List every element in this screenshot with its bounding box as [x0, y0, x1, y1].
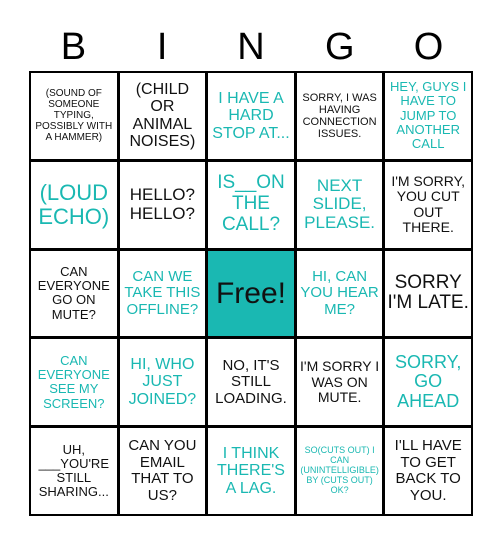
- cell-text: HI, WHO JUST JOINED?: [128, 355, 197, 409]
- cell-text: SORRY, GO AHEAD: [395, 351, 462, 412]
- cell-text: Free!: [215, 276, 286, 310]
- bingo-header: B I N G O: [29, 22, 473, 72]
- bingo-cell-b2[interactable]: (LOUD ECHO): [31, 161, 117, 248]
- cell-text: CAN EVERYONE SEE MY SCREEN?: [37, 352, 110, 411]
- cell-text: I'M SORRY I WAS ON MUTE.: [300, 358, 380, 405]
- bingo-cell-o5[interactable]: I'LL HAVE TO GET BACK TO YOU.: [385, 428, 471, 514]
- cell-text: (SOUND OF SOMEONE TYPING, POSSIBLY WITH …: [35, 88, 113, 144]
- cell-text: (LOUD ECHO): [38, 179, 110, 229]
- cell-text: I'LL HAVE TO GET BACK TO YOU.: [394, 437, 462, 504]
- bingo-cell-o4[interactable]: SORRY, GO AHEAD: [385, 339, 471, 426]
- cell-text: (CHILD OR ANIMAL NOISES): [129, 80, 196, 151]
- cell-text: NEXT SLIDE, PLEASE.: [304, 175, 376, 233]
- bingo-cell-i2[interactable]: HELLO? HELLO?: [119, 161, 206, 248]
- cell-text: CAN EVERYONE GO ON MUTE?: [37, 263, 110, 322]
- cell-text: HELLO? HELLO?: [129, 185, 195, 223]
- bingo-cell-g4[interactable]: I'M SORRY I WAS ON MUTE.: [296, 339, 383, 426]
- bingo-cell-free[interactable]: Free!: [208, 250, 294, 337]
- cell-text: I'M SORRY, YOU CUT OUT THERE.: [391, 172, 466, 236]
- bingo-cell-i4[interactable]: HI, WHO JUST JOINED?: [119, 339, 206, 426]
- bingo-cell-n2[interactable]: IS__ON THE CALL?: [208, 161, 294, 248]
- cell-text: SO(CUTS OUT) I CAN (UNINTELLIGIBLE) BY (…: [300, 445, 379, 495]
- bingo-cell-g1[interactable]: SORRY, I WAS HAVING CONNECTION ISSUES.: [296, 73, 383, 159]
- bingo-cell-o3[interactable]: SORRY I'M LATE.: [385, 250, 471, 337]
- bingo-cell-b4[interactable]: CAN EVERYONE SEE MY SCREEN?: [31, 339, 117, 426]
- cell-text: NO, IT'S STILL LOADING.: [215, 356, 287, 407]
- cell-text: I THINK THERE'S A LAG.: [217, 444, 285, 497]
- bingo-cell-i1[interactable]: (CHILD OR ANIMAL NOISES): [119, 73, 206, 159]
- cell-text: IS__ON THE CALL?: [217, 172, 285, 236]
- cell-text: HEY, GUYS I HAVE TO JUMP TO ANOTHER CALL: [390, 79, 467, 152]
- bingo-cell-n1[interactable]: I HAVE A HARD STOP AT...: [208, 73, 294, 159]
- bingo-cell-n5[interactable]: I THINK THERE'S A LAG.: [208, 428, 294, 514]
- cell-text: I HAVE A HARD STOP AT...: [212, 89, 290, 142]
- bingo-cell-o1[interactable]: HEY, GUYS I HAVE TO JUMP TO ANOTHER CALL: [385, 73, 471, 159]
- bingo-cell-n4[interactable]: NO, IT'S STILL LOADING.: [208, 339, 294, 426]
- bingo-cell-b1[interactable]: (SOUND OF SOMEONE TYPING, POSSIBLY WITH …: [31, 73, 117, 159]
- cell-text: SORRY, I WAS HAVING CONNECTION ISSUES.: [302, 91, 377, 140]
- header-letter-n: N: [237, 26, 265, 68]
- bingo-cell-g5[interactable]: SO(CUTS OUT) I CAN (UNINTELLIGIBLE) BY (…: [296, 428, 383, 514]
- bingo-cell-g2[interactable]: NEXT SLIDE, PLEASE.: [296, 161, 383, 248]
- header-letter-i: I: [156, 26, 168, 68]
- header-letter-o: O: [413, 26, 444, 68]
- bingo-cell-g3[interactable]: HI, CAN YOU HEAR ME?: [296, 250, 383, 337]
- bingo-cell-i5[interactable]: CAN YOU EMAIL THAT TO US?: [119, 428, 206, 514]
- bingo-cell-o2[interactable]: I'M SORRY, YOU CUT OUT THERE.: [385, 161, 471, 248]
- header-letter-g: G: [325, 26, 355, 68]
- bingo-cell-b5[interactable]: UH, ___YOU'RE STILL SHARING...: [31, 428, 117, 514]
- header-letter-b: B: [60, 26, 87, 68]
- cell-text: SORRY I'M LATE.: [387, 271, 469, 314]
- cell-text: UH, ___YOU'RE STILL SHARING...: [38, 441, 109, 500]
- bingo-board: (SOUND OF SOMEONE TYPING, POSSIBLY WITH …: [29, 71, 473, 516]
- bingo-cell-i3[interactable]: CAN WE TAKE THIS OFFLINE?: [119, 250, 206, 337]
- cell-text: CAN WE TAKE THIS OFFLINE?: [124, 267, 201, 318]
- cell-text: HI, CAN YOU HEAR ME?: [300, 267, 379, 318]
- bingo-cell-b3[interactable]: CAN EVERYONE GO ON MUTE?: [31, 250, 117, 337]
- cell-text: CAN YOU EMAIL THAT TO US?: [128, 437, 197, 504]
